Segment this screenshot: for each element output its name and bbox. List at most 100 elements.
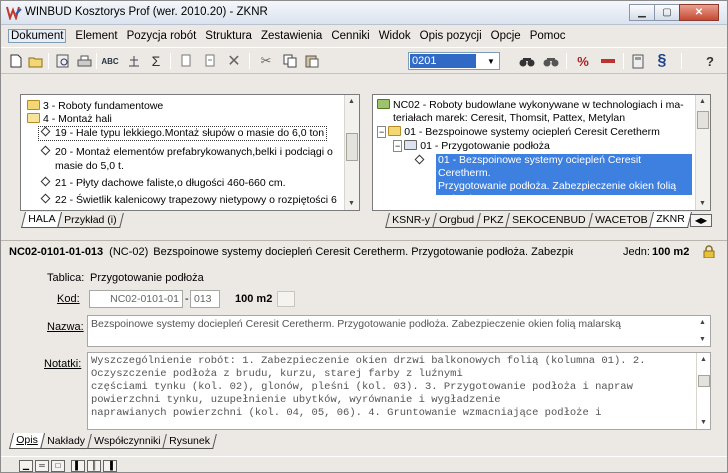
tab-rysunek[interactable]: Rysunek — [162, 434, 217, 449]
tablica-label: Tablica: — [47, 272, 85, 284]
layout-split-h-icon[interactable]: ═ — [35, 460, 49, 472]
spellcheck-icon[interactable]: ABC — [101, 52, 119, 70]
unit-picker-button[interactable] — [277, 291, 295, 307]
tree-row[interactable] — [413, 154, 429, 168]
sum-icon[interactable]: Σ — [147, 52, 165, 70]
right-tree-scrollbar[interactable]: ▲ ▼ — [695, 95, 710, 210]
print-icon[interactable] — [75, 52, 93, 70]
layout-right-icon[interactable]: ▐ — [103, 460, 117, 472]
tab-wacetob[interactable]: WACETOB — [588, 213, 655, 228]
open-folder-icon[interactable] — [27, 52, 45, 70]
section-icon[interactable]: § — [653, 52, 671, 70]
new-doc-icon[interactable] — [7, 52, 25, 70]
scroll-down-icon[interactable]: ▼ — [699, 200, 706, 207]
notatki-textarea[interactable]: Wyszczególnienie robót: 1. Zabezpieczeni… — [87, 352, 711, 430]
maximize-button[interactable]: ▢ — [654, 4, 680, 21]
menu-widok[interactable]: Widok — [379, 30, 411, 42]
menu-dokument[interactable]: Dokument — [8, 29, 67, 43]
menu-bar: Dokument Element Pozycja robót Struktura… — [1, 26, 727, 46]
notatki-scrollbar[interactable]: ▲ ▼ — [696, 353, 710, 429]
layout-split-v-icon[interactable]: ║ — [87, 460, 101, 472]
scroll-thumb[interactable] — [346, 133, 358, 161]
scroll-thumb[interactable] — [697, 111, 709, 129]
scroll-down-icon[interactable]: ▼ — [348, 200, 355, 207]
tab-zknr[interactable]: ZKNR — [649, 212, 692, 228]
tab-naklady[interactable]: Nakłady — [39, 434, 92, 449]
layout-left-icon[interactable]: ▌ — [71, 460, 85, 472]
tree-row[interactable]: 20 - Montaż elementów prefabrykowanych,b… — [39, 145, 333, 159]
scroll-up-icon[interactable]: ▲ — [699, 319, 706, 326]
scroll-down-icon[interactable]: ▼ — [699, 336, 706, 343]
menu-element[interactable]: Element — [75, 30, 117, 42]
left-tree-scrollbar[interactable]: ▲ ▼ — [344, 95, 359, 210]
find-next-icon[interactable] — [542, 52, 560, 70]
element-tree[interactable]: 3 - Roboty fundamentowe 4 - Montaż hali … — [20, 94, 360, 211]
lock-icon[interactable] — [703, 245, 715, 258]
layout-full-icon[interactable]: □ — [51, 460, 65, 472]
scroll-thumb[interactable] — [698, 375, 710, 387]
tab-sekocenbud[interactable]: SEKOCENBUD — [505, 213, 593, 228]
scroll-up-icon[interactable]: ▲ — [699, 98, 706, 105]
tree-row[interactable]: −01 - Przygotowanie podłoża — [393, 140, 550, 153]
delete-icon[interactable]: ✕ — [225, 52, 243, 70]
copy-icon[interactable] — [281, 52, 299, 70]
collapse-icon[interactable]: − — [377, 126, 387, 138]
minus-icon[interactable] — [599, 52, 617, 70]
notatki-line: naprawianych powierzchni (kol. 04, 05, 0… — [91, 407, 602, 419]
tab-wspolczynniki[interactable]: Współczynniki — [86, 434, 167, 449]
menu-struktura[interactable]: Struktura — [205, 30, 252, 42]
window-title: WINBUD Kosztorys Prof (wer. 2010.20) - Z… — [25, 6, 268, 18]
tree-row[interactable]: NC02 - Roboty budowlane wykonywane w tec… — [377, 99, 684, 112]
nazwa-label: Nazwa: — [47, 321, 84, 333]
find-icon[interactable] — [518, 52, 536, 70]
menu-zestawienia[interactable]: Zestawienia — [261, 30, 322, 42]
layout-bottom-icon[interactable]: ▁ — [19, 460, 33, 472]
copy-doc-icon[interactable] — [177, 52, 195, 70]
kod-input[interactable]: NC02-0101-01 — [89, 290, 183, 308]
tree-row[interactable]: 4 - Montaż hali — [27, 113, 112, 126]
paste-doc-icon[interactable] — [201, 52, 219, 70]
position-icon — [40, 145, 51, 156]
tree-row[interactable]: 19 - Hale typu lekkiego.Montaż słupów o … — [37, 126, 328, 141]
nazwa-value: Bezspoinowe systemy dociepleń Ceresit Ce… — [91, 318, 621, 330]
menu-opis-pozycji[interactable]: Opis pozycji — [420, 30, 482, 42]
notatki-line: Oczyszczenie podłoża z brudu, kurzu, sta… — [91, 368, 463, 380]
tree-row[interactable]: 22 - Świetlik kalenicowy trapezowy niety… — [39, 193, 337, 207]
minimize-button[interactable]: ▁ — [629, 4, 655, 21]
scroll-up-icon[interactable]: ▲ — [348, 98, 355, 105]
cut-icon[interactable]: ✂ — [257, 52, 275, 70]
tab-ksnr[interactable]: KSNR-y — [385, 213, 437, 228]
tab-opis[interactable]: Opis — [9, 433, 45, 449]
nazwa-scrollbar[interactable]: ▲ ▼ — [696, 316, 710, 346]
catalog-tree[interactable]: NC02 - Roboty budowlane wykonywane w tec… — [372, 94, 711, 211]
menu-opcje[interactable]: Opcje — [491, 30, 521, 42]
tab-scroll-icon[interactable]: ◀▶ — [690, 214, 712, 227]
unit-label: Jedn: — [623, 245, 650, 258]
tree-row-selected[interactable]: 01 - Bezspoinowe systemy ociepleń Ceresi… — [436, 154, 692, 205]
minimize-icon: ▁ — [638, 7, 646, 18]
scroll-down-icon[interactable]: ▼ — [700, 419, 707, 426]
menu-pomoc[interactable]: Pomoc — [530, 30, 566, 42]
tab-hala[interactable]: HALA — [21, 212, 63, 228]
calculator-icon[interactable] — [629, 52, 647, 70]
tree-row[interactable]: 3 - Roboty fundamentowe — [27, 100, 163, 113]
close-button[interactable]: ✕ — [679, 4, 719, 21]
tree-row-cont: masie do 5,0 t. — [55, 160, 124, 172]
tree-icon[interactable] — [125, 52, 143, 70]
scroll-up-icon[interactable]: ▲ — [700, 356, 707, 363]
kod-suffix-input[interactable]: 013 — [190, 290, 220, 308]
print-preview-icon[interactable] — [54, 52, 72, 70]
menu-cenniki[interactable]: Cenniki — [331, 30, 369, 42]
paste-icon[interactable] — [303, 52, 321, 70]
percent-icon[interactable]: % — [574, 52, 592, 70]
tab-orgbud[interactable]: Orgbud — [432, 213, 481, 228]
menu-pozycja-robot[interactable]: Pozycja robót — [127, 30, 197, 42]
tree-row[interactable]: 21 - Płyty dachowe faliste,o długości 46… — [39, 176, 286, 190]
collapse-icon[interactable]: − — [393, 140, 403, 152]
chevron-down-icon[interactable]: ▼ — [483, 53, 499, 69]
element-combo[interactable]: 0201 ▼ — [408, 52, 500, 70]
nazwa-input[interactable]: Bezspoinowe systemy dociepleń Ceresit Ce… — [87, 315, 711, 347]
help-icon[interactable]: ? — [701, 52, 719, 70]
tree-row[interactable]: −01 - Bezspoinowe systemy ociepleń Ceres… — [377, 126, 660, 139]
tab-przyklad[interactable]: Przykład (i) — [57, 213, 124, 228]
